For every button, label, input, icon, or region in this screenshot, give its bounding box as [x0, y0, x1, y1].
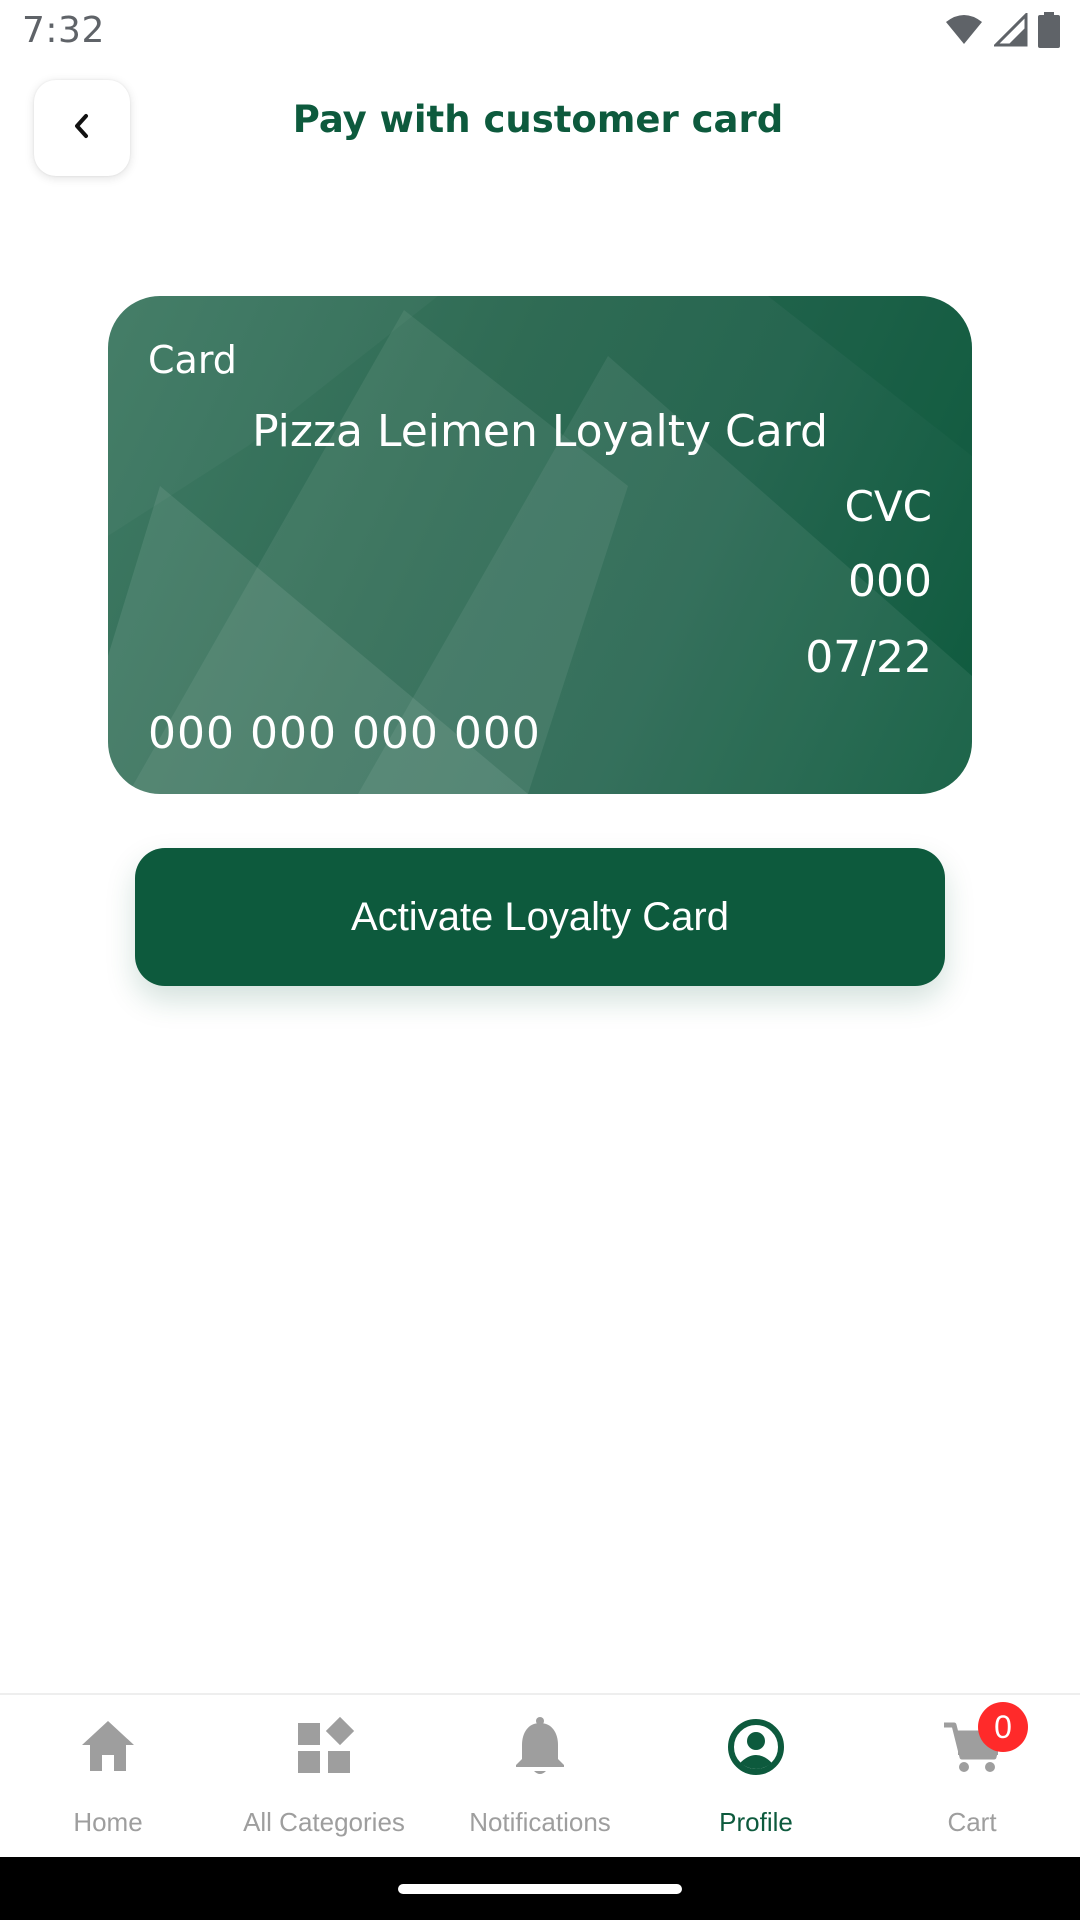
nav-label-notifications: Notifications: [469, 1807, 611, 1837]
bell-icon: [508, 1715, 572, 1779]
card-cvc-label: CVC: [844, 482, 932, 531]
nav-item-cart[interactable]: Cart: [864, 1695, 1080, 1859]
nav-item-notifications[interactable]: Notifications: [432, 1695, 648, 1859]
nav-label-profile: Profile: [719, 1807, 793, 1837]
activate-button-label: Activate Loyalty Card: [351, 894, 729, 939]
status-icons: [944, 11, 1060, 52]
battery-icon: [1038, 12, 1060, 52]
chevron-left-icon: [67, 111, 97, 145]
profile-icon: [724, 1715, 788, 1779]
wifi-icon: [944, 14, 984, 50]
bottom-nav: Home All Categories Notifications Profil…: [0, 1693, 1080, 1859]
loyalty-card: Card Pizza Leimen Loyalty Card CVC 000 0…: [108, 296, 972, 794]
nav-label-cart: Cart: [947, 1807, 997, 1837]
status-bar: 7:32: [0, 0, 1080, 64]
card-cvc-value: 000: [848, 556, 932, 607]
nav-item-profile[interactable]: Profile: [648, 1695, 864, 1859]
activate-loyalty-card-button[interactable]: Activate Loyalty Card: [135, 848, 945, 986]
card-name: Pizza Leimen Loyalty Card: [252, 406, 828, 457]
signal-icon: [992, 11, 1028, 51]
cart-badge: 0: [978, 1702, 1028, 1752]
card-label: Card: [148, 338, 237, 382]
home-icon: [76, 1715, 140, 1779]
page-title: Pay with customer card: [292, 98, 784, 141]
nav-item-all-categories[interactable]: All Categories: [216, 1695, 432, 1859]
categories-icon: [292, 1715, 356, 1779]
back-button[interactable]: [34, 80, 130, 176]
status-time: 7:32: [22, 10, 105, 51]
nav-label-all-categories: All Categories: [243, 1807, 405, 1837]
screen: 7:32 Pay with customer card Card Pizza L…: [0, 0, 1080, 1920]
home-indicator[interactable]: [398, 1884, 682, 1894]
card-number: 000 000 000 000: [148, 708, 541, 759]
nav-label-home: Home: [73, 1807, 143, 1837]
nav-item-home[interactable]: Home: [0, 1695, 216, 1859]
card-expiry: 07/22: [805, 632, 932, 683]
